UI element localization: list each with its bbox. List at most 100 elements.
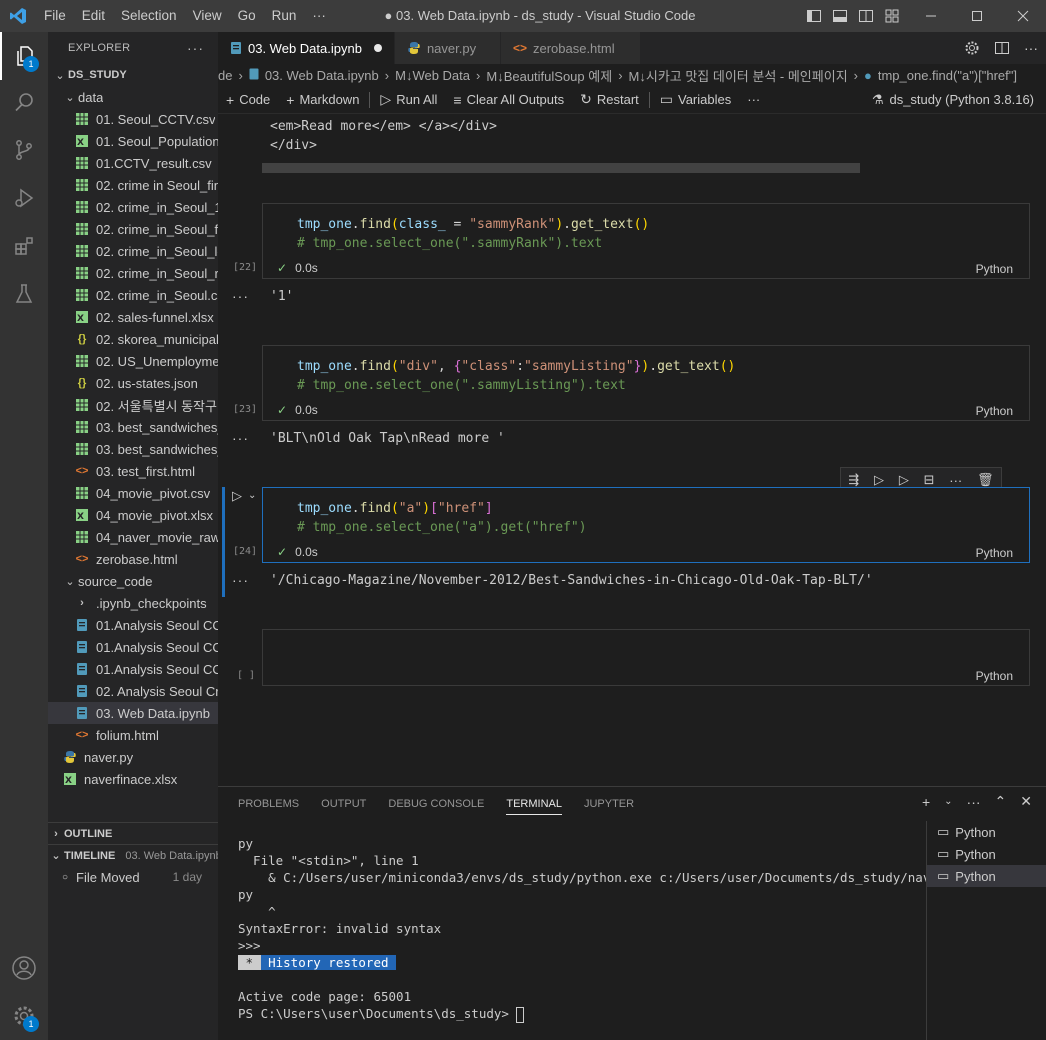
tab-jupyter[interactable]: JUPYTER — [584, 798, 634, 810]
terminal-instance[interactable]: ▭ Python — [927, 843, 1046, 865]
testing-icon[interactable] — [0, 270, 48, 318]
tree-folder[interactable]: › .ipynb_checkpoints — [48, 592, 218, 614]
timeline-entry[interactable]: ○ File Moved 1 day — [48, 866, 218, 888]
maximize-panel-icon[interactable]: ⌃ — [995, 793, 1007, 810]
source-control-icon[interactable] — [0, 126, 48, 174]
tree-file[interactable]: 01. Seoul_CCTV.csv — [48, 108, 218, 130]
explorer-icon[interactable]: 1 — [0, 32, 48, 80]
customize-layout-icon[interactable] — [884, 8, 900, 24]
tree-file[interactable]: 02. crime_in_Seoul_final.csv — [48, 218, 218, 240]
kernel-picker[interactable]: ⚗ ds_study (Python 3.8.16) — [872, 92, 1034, 108]
menu-file[interactable]: File — [36, 0, 74, 32]
panel-more-icon[interactable]: ··· — [967, 794, 981, 810]
terminal-instance[interactable]: ▭ Python — [927, 821, 1046, 843]
run-cell-icon[interactable]: ▷ — [232, 488, 242, 504]
empty-code-cell[interactable]: [ ] Python — [237, 629, 1030, 686]
minimize-icon[interactable] — [908, 0, 954, 32]
breadcrumb-item[interactable]: de — [218, 68, 232, 83]
variables-button[interactable]: ▭ Variables — [652, 86, 739, 114]
tree-file[interactable]: <> folium.html — [48, 724, 218, 746]
maximize-icon[interactable] — [954, 0, 1000, 32]
cell-language[interactable]: Python — [976, 262, 1013, 276]
cell-language[interactable]: Python — [976, 546, 1013, 560]
tree-file[interactable]: {} 02. us-states.json — [48, 372, 218, 394]
tree-root-folder[interactable]: ⌄ DS_STUDY — [48, 64, 218, 86]
add-code-cell-button[interactable]: + Code — [218, 86, 278, 114]
run-debug-icon[interactable] — [0, 174, 48, 222]
explorer-more-icon[interactable]: ··· — [187, 40, 204, 56]
menu-selection[interactable]: Selection — [113, 0, 185, 32]
run-all-button[interactable]: ▷ Run All — [372, 86, 445, 114]
tab-web-data[interactable]: 03. Web Data.ipynb — [218, 32, 395, 64]
tree-file[interactable]: 02. crime_in_Seoul_1.csv — [48, 196, 218, 218]
toggle-sidebar-icon[interactable] — [806, 8, 822, 24]
code-comment[interactable]: # tmp_one.select_one(".sammyListing").te… — [297, 378, 626, 393]
code-cell[interactable]: tmp_one.find("div", {"class":"sammyListi… — [233, 345, 1030, 421]
tree-file[interactable]: 02. crime in Seoul_final.csv — [48, 174, 218, 196]
tree-file[interactable]: X 04_movie_pivot.xlsx — [48, 504, 218, 526]
tab-output[interactable]: OUTPUT — [321, 798, 366, 810]
toggle-secondary-sidebar-icon[interactable] — [858, 8, 874, 24]
breadcrumb-item[interactable]: 03. Web Data.ipynb — [265, 68, 379, 83]
menu-go[interactable]: Go — [230, 0, 264, 32]
terminal-dropdown-chevron-icon[interactable]: ⌄ — [944, 796, 952, 807]
toggle-panel-icon[interactable] — [832, 8, 848, 24]
tree-file[interactable]: 04_movie_pivot.csv — [48, 482, 218, 504]
tree-file[interactable]: 03. best_sandwiches_list.csv — [48, 416, 218, 438]
tab-problems[interactable]: PROBLEMS — [238, 798, 299, 810]
tree-file[interactable]: <> 03. test_first.html — [48, 460, 218, 482]
extensions-icon[interactable] — [0, 222, 48, 270]
tree-file[interactable]: naver.py — [48, 746, 218, 768]
split-cell-icon[interactable]: ⊟ — [924, 472, 935, 488]
tree-file[interactable]: 02. crime_in_Seoul_raw.csv — [48, 262, 218, 284]
menu-run[interactable]: Run — [264, 0, 305, 32]
terminal-output[interactable]: py File "<stdin>", line 1 & C:/Users/use… — [238, 835, 953, 1023]
code-comment[interactable]: # tmp_one.select_one(".sammyRank").text — [297, 236, 602, 251]
output-more-icon[interactable]: ··· — [232, 288, 249, 304]
tree-file[interactable]: 02. US_Unemployment.csv — [48, 350, 218, 372]
execute-above-icon[interactable]: ⇶ — [848, 472, 859, 488]
tree-file[interactable]: 01.Analysis Seoul CCTV_3.ipynb — [48, 658, 218, 680]
add-markdown-cell-button[interactable]: + Markdown — [278, 86, 367, 114]
new-terminal-icon[interactable]: + — [922, 794, 930, 810]
output-more-icon[interactable]: ··· — [232, 430, 249, 446]
cell-language[interactable]: Python — [976, 669, 1013, 683]
tree-file[interactable]: 03. best_sandwiches_list_2.csv — [48, 438, 218, 460]
terminal-prompt-line[interactable]: PS C:\Users\user\Documents\ds_study> — [238, 1005, 953, 1023]
unsaved-dot-icon[interactable] — [373, 44, 382, 52]
code-line[interactable]: tmp_one.find("div", {"class":"sammyListi… — [297, 359, 735, 374]
output-more-icon[interactable]: ··· — [232, 572, 249, 588]
tab-terminal[interactable]: TERMINAL — [506, 798, 562, 815]
timeline-section[interactable]: ⌄ TIMELINE 03. Web Data.ipynb — [48, 844, 218, 866]
horizontal-scrollbar[interactable] — [262, 163, 860, 173]
split-editor-icon[interactable] — [994, 40, 1010, 56]
code-cell[interactable]: tmp_one.find("a")["href"] # tmp_one.sele… — [233, 487, 1030, 563]
toolbar-more-icon[interactable]: ··· — [739, 86, 768, 114]
tree-file[interactable]: 01.CCTV_result.csv — [48, 152, 218, 174]
breadcrumb-item[interactable]: M↓Web Data — [395, 68, 470, 83]
tab-naver-py[interactable]: naver.py — [394, 32, 501, 64]
tab-zerobase-html[interactable]: <> zerobase.html — [500, 32, 641, 64]
tab-debug-console[interactable]: DEBUG CONSOLE — [388, 798, 484, 810]
tree-file[interactable]: X 01. Seoul_Population.xls — [48, 130, 218, 152]
tree-file[interactable]: 02. Analysis Seoul Crime.ipynb — [48, 680, 218, 702]
tree-file[interactable]: {} 02. skorea_municipalities.json — [48, 328, 218, 350]
tree-file[interactable]: 02. crime_in_Seoul.csv — [48, 284, 218, 306]
search-icon[interactable] — [0, 78, 48, 126]
close-icon[interactable] — [1000, 0, 1046, 32]
menu-view[interactable]: View — [185, 0, 230, 32]
execute-cell-and-above-icon[interactable]: ▷ — [874, 472, 884, 488]
cell-language[interactable]: Python — [976, 404, 1013, 418]
restart-button[interactable]: ↻ Restart — [572, 86, 647, 114]
tree-file[interactable]: 02. crime_in_Seoul_location.csv — [48, 240, 218, 262]
tree-file[interactable]: <> zerobase.html — [48, 548, 218, 570]
code-line[interactable]: tmp_one.find("a")["href"] — [297, 501, 493, 516]
code-cell[interactable]: tmp_one.find(class_ = "sammyRank").get_t… — [233, 203, 1030, 279]
tree-folder-source-code[interactable]: ⌄ source_code — [48, 570, 218, 592]
code-line[interactable]: tmp_one.find(class_ = "sammyRank").get_t… — [297, 217, 649, 232]
tree-file[interactable]: 04_naver_movie_raw.csv — [48, 526, 218, 548]
outline-section[interactable]: › OUTLINE — [48, 822, 218, 844]
tree-file[interactable]: 01.Analysis Seoul CCTV.ipynb — [48, 614, 218, 636]
tree-file[interactable]: 02. 서울특별시 동작구.csv — [48, 394, 218, 416]
delete-cell-icon[interactable]: 🗑 — [977, 472, 994, 488]
